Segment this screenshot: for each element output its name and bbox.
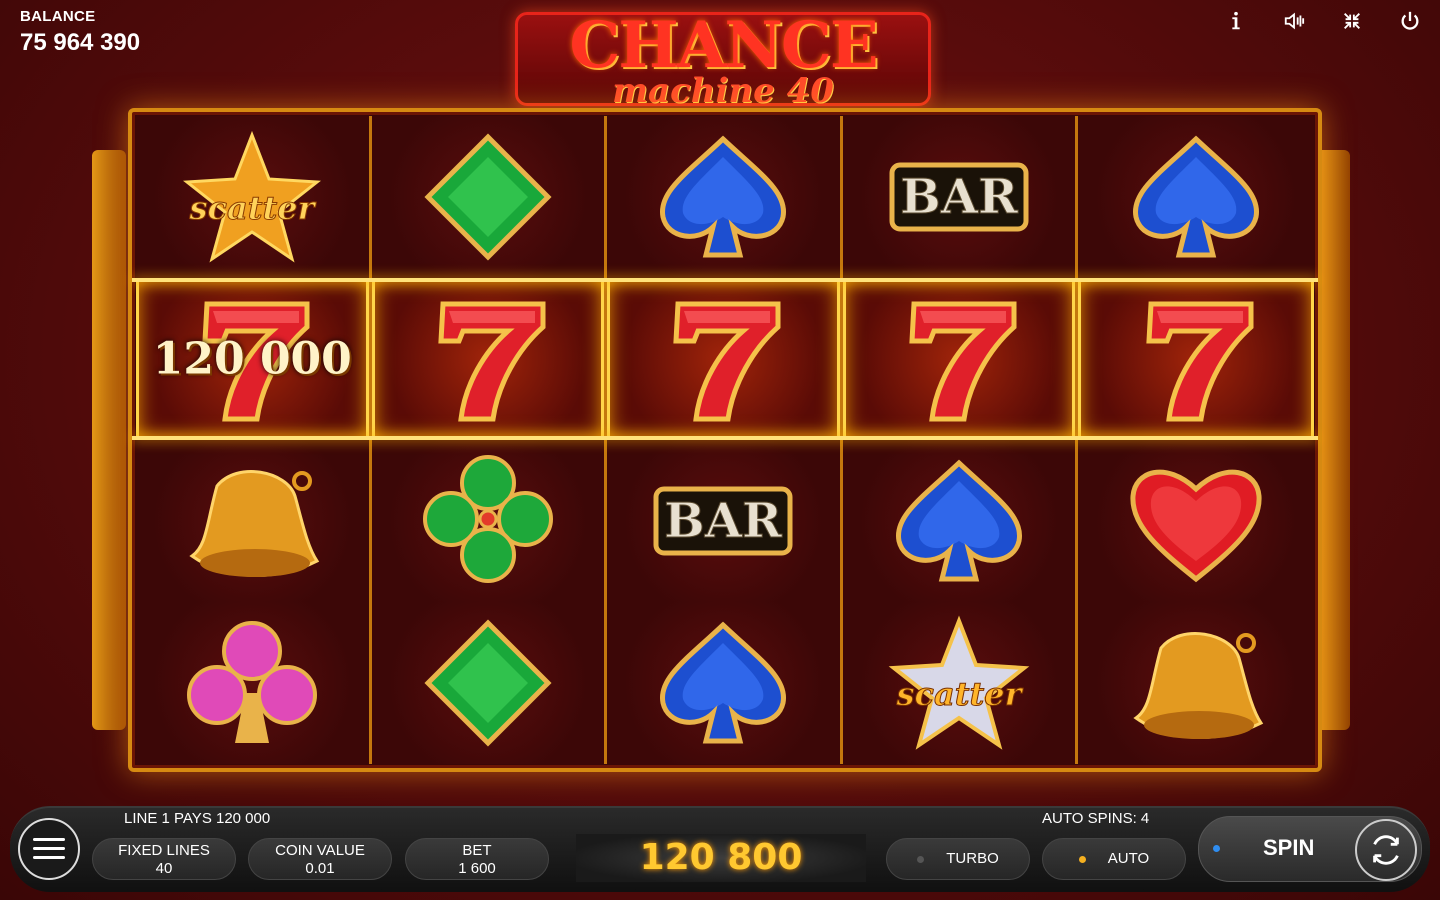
clover-green-symbol-icon [422,455,553,583]
reel-cell-spade-blue [607,602,843,764]
reel-cell-spade-blue [607,116,843,278]
spade-blue-symbol-icon [1133,135,1260,258]
seven-red-symbol-icon [909,301,1017,422]
reel-cell-seven-red: 120 000 [136,278,372,440]
reel-cell-seven-red [1078,278,1314,440]
refresh-icon [1373,835,1399,865]
win-display: 120 800 [576,834,866,882]
line-win-amount: 120 000 [152,333,352,385]
reel-cell-diamond-green [371,602,608,764]
reel-cell-scatter-gold: scatter [136,116,372,278]
spin-ring[interactable] [1355,819,1417,881]
fullscreen-icon[interactable] [1340,8,1364,34]
diamond-green-symbol-icon [424,619,552,747]
coin-value-value: 0.01 [305,860,335,877]
scatter-gold-symbol-icon: scatter [183,130,322,263]
svg-text:scatter: scatter [896,675,1024,713]
fixed-lines-value: 40 [155,860,173,877]
reel-cell-heart-red [1078,440,1314,602]
spin-label: SPIN [1263,835,1315,860]
coin-value-selector[interactable]: COIN VALUE 0.01 [248,838,392,880]
reel-cell-seven-red [842,278,1079,440]
fixed-lines-label: FIXED LINES [118,842,210,859]
menu-button[interactable] [18,818,80,880]
fixed-lines-display: FIXED LINES 40 [92,838,236,880]
bar-symbol-icon: BAR [653,486,793,556]
spin-indicator-dot [1213,845,1220,852]
svg-text:BAR: BAR [900,169,1019,225]
club-pink-symbol-icon [187,621,318,743]
spin-button[interactable]: SPIN [1198,816,1422,882]
reel-cell-seven-red [371,278,608,440]
auto-indicator-dot [1078,855,1086,863]
reel-cell-scatter-silver: scatter [842,602,1079,764]
reel-cell-bar: BAR [842,116,1079,278]
reel-cell-spade-blue [842,440,1079,602]
bet-value: 1 600 [458,860,496,877]
auto-spins-counter: AUTO SPINS: 4 [1042,810,1150,827]
heart-red-symbol-icon [1130,469,1262,583]
bell-gold-symbol-icon [189,470,320,577]
bell-gold-symbol-icon [1133,632,1264,739]
coin-value-label: COIN VALUE [275,842,365,859]
sound-icon[interactable] [1282,8,1306,34]
line-pays-info: LINE 1 PAYS 120 000 [124,810,271,827]
reel-cell-diamond-green [371,116,608,278]
reels-grid: scatter BAR 120 000 BAR scatter [136,116,1314,764]
svg-text:BAR: BAR [665,493,784,549]
auto-button[interactable]: AUTO [1042,838,1186,880]
bet-selector[interactable]: BET 1 600 [405,838,549,880]
balance-label: BALANCE [20,8,96,25]
reel-cell-club-pink [136,602,372,764]
scatter-silver-symbol-icon: scatter [888,615,1030,750]
balance-value: 75 964 390 [20,29,141,56]
reel-cell-bell-gold [136,440,372,602]
reel-cell-clover-green [371,440,608,602]
power-icon[interactable] [1398,8,1422,34]
seven-red-symbol-icon [673,301,781,422]
reel-cell-seven-red [607,278,843,440]
spade-blue-symbol-icon [896,459,1023,582]
balance-panel: BALANCE 75 964 390 [20,8,140,57]
turbo-label: TURBO [946,850,999,867]
spade-blue-symbol-icon [660,621,787,744]
auto-label: AUTO [1107,850,1150,867]
game-logo: CHANCE machine 40 [515,8,931,108]
reel-cell-bar: BAR [607,440,843,602]
seven-red-symbol-icon [438,301,546,422]
reels-frame: scatter BAR 120 000 BAR scatter [128,108,1322,772]
hamburger-icon [33,838,65,859]
reel-cell-spade-blue [1078,116,1314,278]
bar-symbol-icon: BAR [889,162,1029,232]
reel-cell-bell-gold [1078,602,1314,764]
reel-side-decoration-left [92,150,126,730]
top-toolbar [1224,8,1422,34]
logo-title: CHANCE [569,8,878,83]
bet-label: BET [462,842,492,859]
svg-text:scatter: scatter [189,189,317,227]
turbo-indicator-dot [917,855,925,863]
spade-blue-symbol-icon [660,135,787,258]
seven-red-symbol-icon [1146,301,1254,422]
diamond-green-symbol-icon [424,133,552,261]
info-icon[interactable] [1224,8,1248,34]
turbo-button[interactable]: TURBO [886,838,1030,880]
